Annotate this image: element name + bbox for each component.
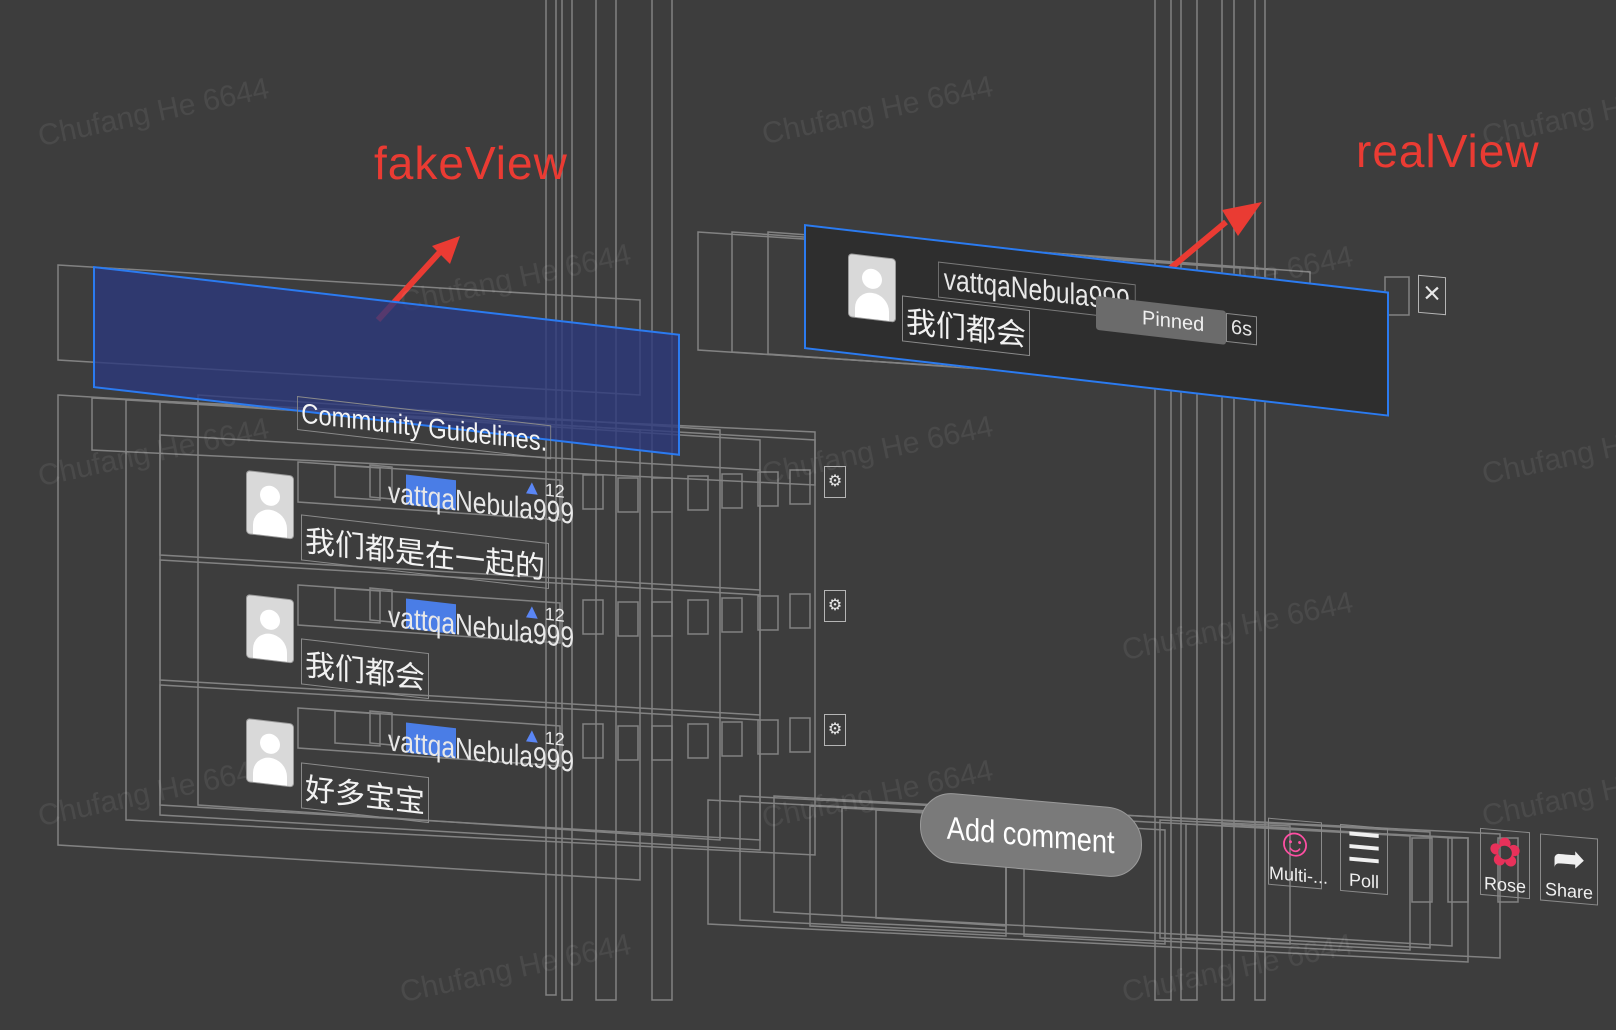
pinned-badge: Pinned [1096,295,1226,345]
close-icon[interactable]: × [1418,274,1446,316]
share-button[interactable]: ➦ Share [1540,833,1598,906]
pinned-time: 6s [1226,312,1258,346]
rose-gift-label: Rose [1483,873,1527,897]
rose-gift-button[interactable]: ✿ Rose [1480,827,1530,900]
level-badge: ▲ 12 [522,600,565,628]
avatar[interactable] [246,718,294,788]
level-number: 12 [544,727,565,750]
comment-message: 我们都会 [301,638,429,700]
share-label: Share [1544,878,1594,904]
debug-view-hierarchy-scene: Chufang He 6644 Chufang He 6644 Chufang … [0,0,1616,1030]
poll-icon: ☰ [1346,825,1382,873]
avatar[interactable] [246,470,294,540]
avatar[interactable] [848,253,896,323]
poll-label: Poll [1348,869,1379,893]
real-view-label: realView [1356,125,1540,177]
avatar[interactable] [246,594,294,664]
level-icon: ▲ [522,599,542,625]
moderator-icon[interactable]: ⚙ [824,590,846,622]
level-badge: ▲ 12 [522,724,565,752]
level-number: 12 [544,479,565,502]
share-icon: ➦ [1552,835,1586,883]
level-icon: ▲ [522,475,542,501]
level-number: 12 [544,603,565,626]
multi-guest-button[interactable]: ☺ Multi-... [1268,817,1329,890]
multi-guest-label: Multi-... [1269,862,1329,888]
level-badge: ▲ 12 [522,476,565,504]
moderator-icon[interactable]: ⚙ [824,714,846,746]
add-comment-placeholder: Add comment [947,809,1115,860]
level-icon: ▲ [522,723,542,749]
comment-message: 我们都是在一起的 [301,514,549,590]
rose-gift-icon: ✿ [1488,829,1522,877]
comment-message: 好多宝宝 [301,762,429,824]
poll-button[interactable]: ☰ Poll [1340,823,1388,896]
multi-guest-icon: ☺ [1274,819,1316,867]
moderator-icon[interactable]: ⚙ [824,466,846,498]
fake-view-label: fakeView [374,137,568,189]
